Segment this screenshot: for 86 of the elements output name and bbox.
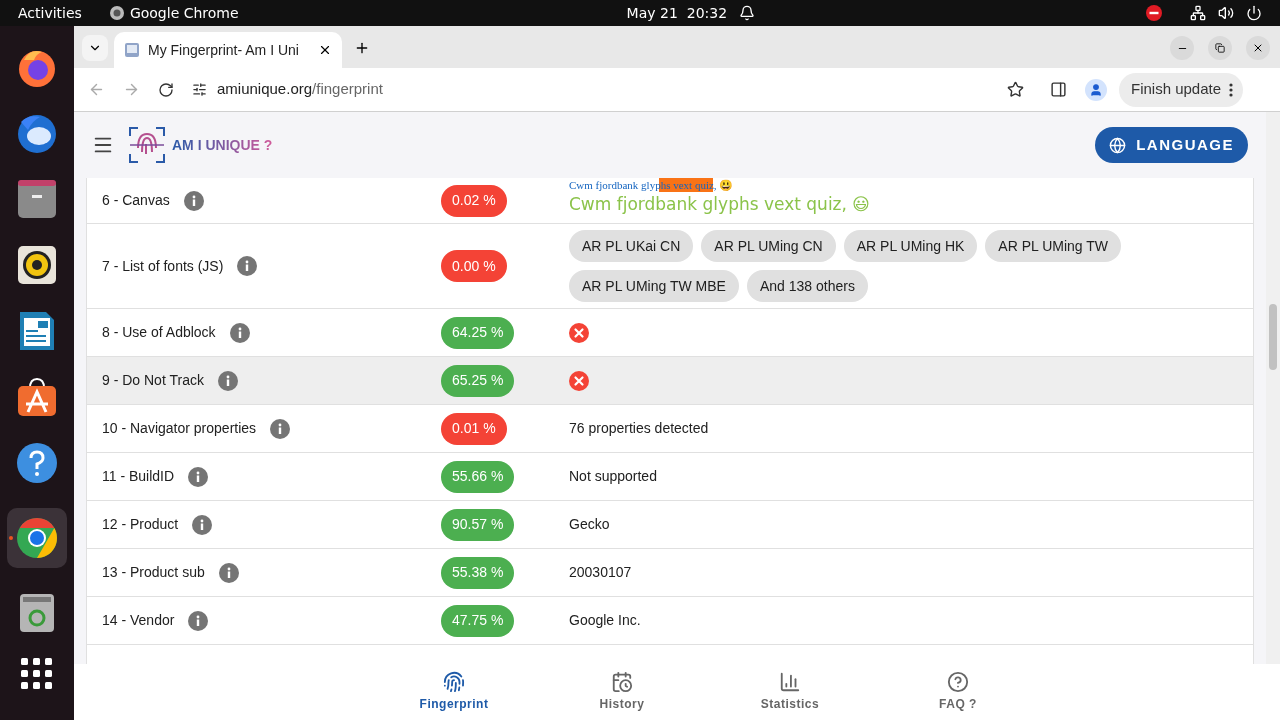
attribute-name: 9 - Do Not Track	[102, 371, 204, 390]
attribute-name: 8 - Use of Adblock	[102, 323, 216, 342]
attribute-name: 14 - Vendor	[102, 611, 175, 630]
scrollbar-thumb[interactable]	[1269, 304, 1277, 370]
help-icon	[947, 671, 969, 693]
page-icon	[124, 42, 140, 58]
info-icon[interactable]	[217, 370, 238, 391]
percentage-badge: 0.00 %	[441, 250, 507, 282]
percentage-badge: 0.02 %	[441, 184, 507, 217]
bottom-nav-item[interactable]: Statistics	[706, 671, 874, 713]
site-settings-icon[interactable]	[192, 82, 207, 97]
cross-icon	[569, 322, 589, 343]
folder-icon[interactable]	[16, 178, 58, 220]
bottom-nav-item[interactable]: FAQ ?	[874, 671, 1042, 713]
tab-list-button[interactable]	[82, 35, 108, 61]
side-panel-icon[interactable]	[1050, 81, 1067, 98]
chrome-icon[interactable]	[16, 517, 58, 559]
restore-icon	[1215, 43, 1225, 53]
info-icon[interactable]	[188, 466, 209, 487]
app-grid-icon[interactable]	[21, 658, 53, 690]
browser-tab[interactable]: My Fingerprint- Am I Uni	[114, 32, 342, 68]
do-not-disturb-icon[interactable]	[1146, 5, 1162, 21]
finish-update-button[interactable]: Finish update	[1119, 72, 1244, 107]
bar-chart-icon	[779, 671, 801, 693]
more-icon	[1229, 82, 1234, 97]
language-button[interactable]: LANGUAGE	[1095, 127, 1248, 163]
font-chip: AR PL UMing TW MBE	[569, 270, 739, 302]
font-chip: And 138 others	[746, 270, 868, 302]
shopping-bag-icon[interactable]	[16, 376, 58, 418]
app-name[interactable]: Google Chrome	[129, 2, 239, 24]
attribute-name: 6 - Canvas	[102, 191, 170, 210]
canvas-large-text: Cwm fjordbank glyphs vext quiz, 😃	[569, 192, 871, 216]
close-icon	[1252, 42, 1264, 54]
percentage-badge: 64.25 %	[441, 316, 515, 349]
value-text: 76 properties detected	[569, 419, 709, 438]
info-icon[interactable]	[270, 418, 291, 439]
font-chip: AR PL UMing TW	[985, 230, 1122, 262]
percentage-badge: 90.57 %	[441, 508, 515, 541]
percentage-badge: 0.01 %	[441, 412, 507, 445]
value-text: 20030107	[569, 563, 632, 582]
info-icon[interactable]	[183, 190, 204, 211]
profile-icon[interactable]	[1089, 82, 1103, 97]
bottom-nav-item[interactable]: History	[538, 671, 706, 713]
attribute-name: 10 - Navigator properties	[102, 419, 257, 438]
clock[interactable]: May 21 20:32	[626, 2, 728, 24]
fingerprint-logo-icon	[128, 126, 166, 164]
font-chip: AR PL UMing HK	[843, 230, 978, 262]
bookmark-star-icon[interactable]	[1007, 81, 1024, 98]
fingerprint-icon	[443, 671, 465, 693]
info-icon[interactable]	[229, 322, 250, 343]
network-icon[interactable]	[1190, 5, 1206, 21]
bottom-nav-item[interactable]: Fingerprint	[370, 671, 538, 713]
percentage-badge: 55.66 %	[441, 460, 515, 493]
info-icon[interactable]	[237, 256, 258, 276]
value-text: Not supported	[569, 467, 657, 486]
bird-mail-icon[interactable]	[16, 112, 58, 154]
attribute-name: 7 - List of fonts (JS)	[102, 256, 224, 276]
close-window-button[interactable]	[1246, 36, 1270, 60]
percentage-badge: 47.75 %	[441, 604, 515, 637]
font-chip: AR PL UMing CN	[701, 230, 836, 262]
speaker-icon[interactable]	[16, 244, 58, 286]
help-icon[interactable]	[16, 442, 58, 484]
volume-icon[interactable]	[1218, 5, 1234, 21]
reload-icon[interactable]	[158, 81, 174, 98]
info-icon[interactable]	[218, 562, 239, 583]
percentage-badge: 65.25 %	[441, 364, 515, 397]
attribute-name: 13 - Product sub	[102, 563, 205, 582]
attribute-name: 12 - Product	[102, 515, 179, 534]
close-icon[interactable]	[318, 43, 332, 57]
value-text: Gecko	[569, 515, 610, 534]
calendar-clock-icon	[611, 671, 633, 693]
bell-icon[interactable]	[739, 5, 756, 21]
url-text: amiunique.org/fingerprint	[217, 79, 383, 100]
font-chip: AR PL UKai CN	[569, 230, 694, 262]
info-icon[interactable]	[188, 610, 209, 631]
power-icon[interactable]	[1246, 5, 1262, 21]
tab-title: My Fingerprint- Am I Uni	[148, 40, 300, 60]
info-icon[interactable]	[192, 514, 213, 535]
cross-icon	[569, 370, 589, 391]
value-text: Google Inc.	[569, 611, 641, 630]
new-tab-icon[interactable]	[354, 40, 370, 56]
globe-icon	[1109, 136, 1127, 154]
maximize-button[interactable]	[1208, 36, 1232, 60]
activities-button[interactable]: Activities	[18, 2, 82, 24]
attribute-name: 11 - BuildID	[102, 467, 175, 486]
percentage-badge: 55.38 %	[441, 556, 515, 589]
